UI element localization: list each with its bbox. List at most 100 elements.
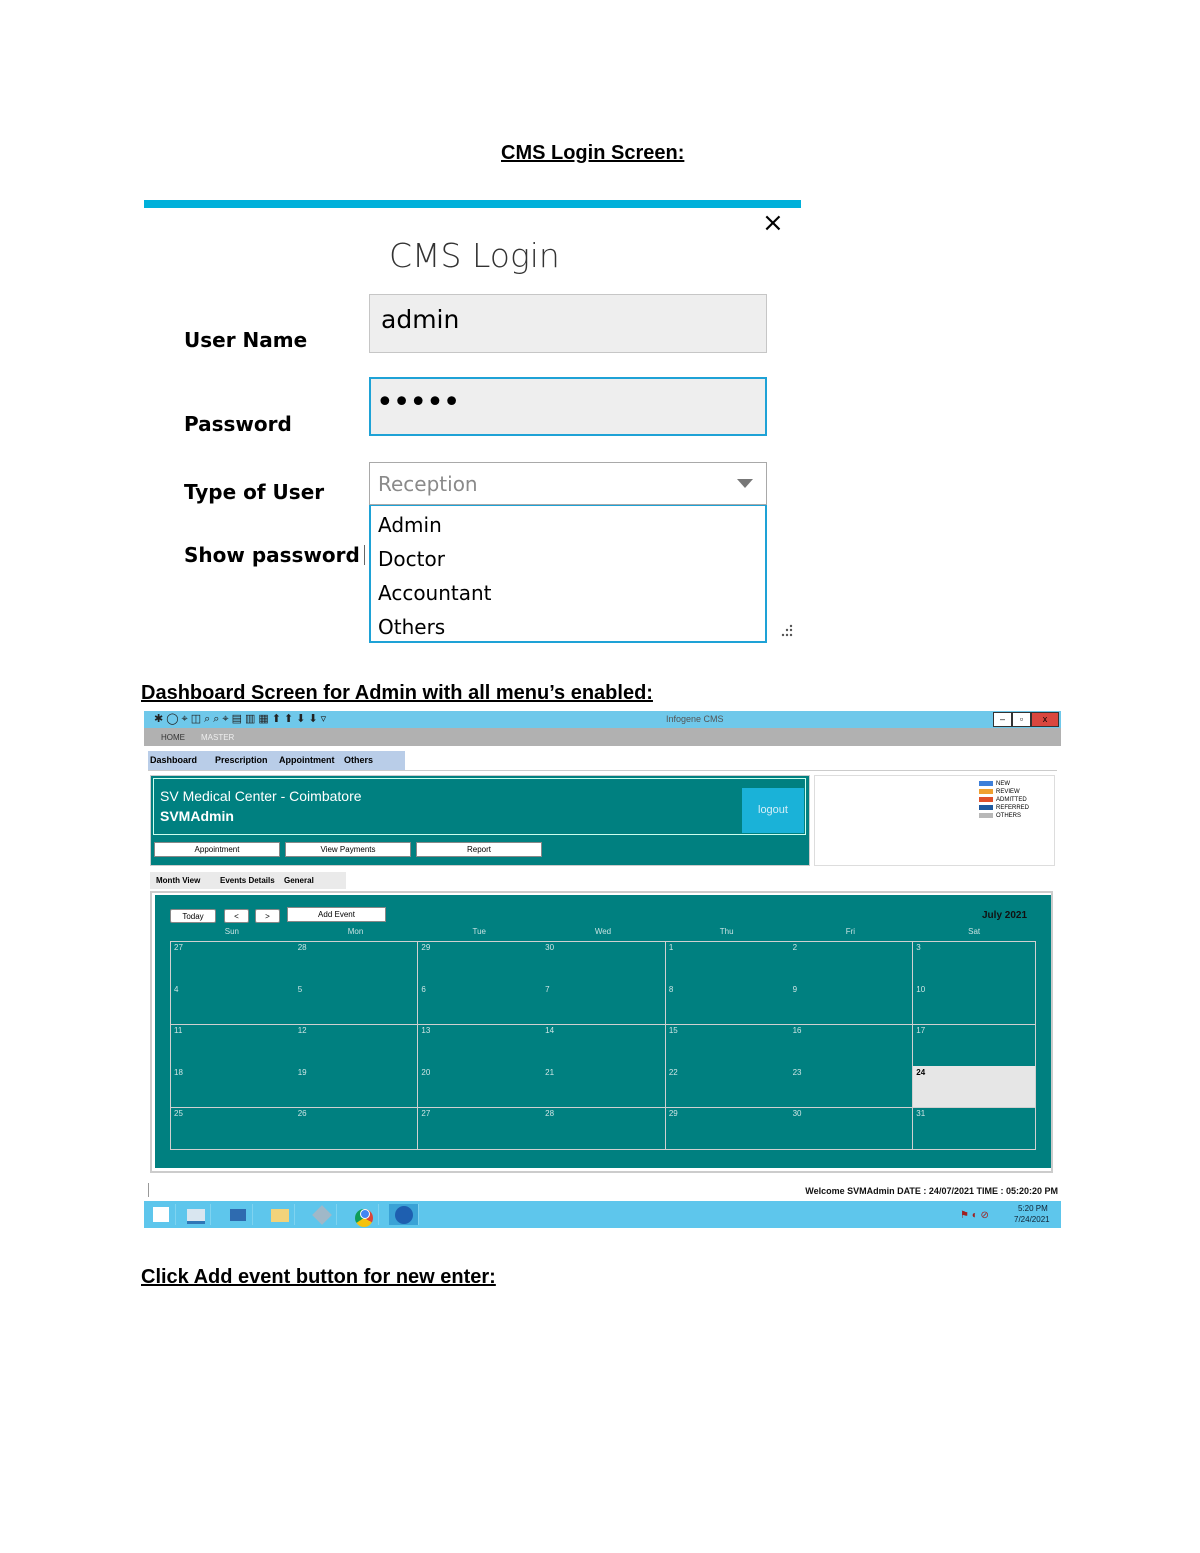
legend-item-admitted: ADMITTED [979,796,1029,804]
calendar-day-cell[interactable]: 31 [912,1107,1036,1149]
user-type-option-admin[interactable]: Admin [371,508,765,542]
dashboard-screen-heading: Dashboard Screen for Admin with all menu… [141,682,653,704]
calendar-day-cell[interactable]: 24 [912,1065,1036,1107]
calendar-day-cell[interactable]: 6 [417,983,541,1025]
calendar-day-number: 6 [421,984,426,994]
next-month-button[interactable]: > [255,909,280,923]
user-type-option-others[interactable]: Others [371,610,765,644]
show-password-checkbox[interactable] [364,545,369,565]
user-type-select[interactable]: Reception [369,462,767,505]
calendar-row-line [170,1107,1036,1108]
username-field[interactable]: admin [369,294,767,353]
weekday-header: Fri [845,927,856,936]
windows-start-icon[interactable] [146,1204,176,1225]
legend-swatch [979,804,993,810]
logged-user-name: SVMAdmin [160,808,234,824]
calendar-day-cell[interactable]: 28 [294,941,418,983]
user-type-option-accountant[interactable]: Accountant [371,576,765,610]
tab-others[interactable]: Others [344,755,373,765]
maximize-button[interactable]: ▫ [1012,712,1031,727]
calendar-day-cell[interactable]: 10 [912,983,1036,1025]
calendar-day-cell[interactable]: 8 [665,983,789,1025]
legend-item-others: OTHERS [979,812,1029,820]
calendar-day-cell[interactable]: 5 [294,983,418,1025]
dialog-title: CMS Login [389,236,560,275]
calendar-day-cell[interactable]: 11 [170,1024,294,1066]
calendar-day-cell[interactable]: 15 [665,1024,789,1066]
calendar-day-number: 13 [421,1026,431,1035]
calendar-day-number: 19 [297,1067,307,1077]
chrome-icon[interactable] [349,1204,379,1227]
subtab-general[interactable]: General [284,876,314,885]
menu-master[interactable]: MASTER [201,733,234,742]
calendar-day-cell[interactable]: 29 [417,941,541,983]
calendar-day-number: 28 [297,943,307,952]
calendar-day-cell[interactable]: 29 [665,1107,789,1149]
calendar-col-line [170,941,171,1149]
calendar-day-cell[interactable]: 4 [170,983,294,1025]
show-password-label: Show password [184,543,360,567]
calendar-day-number: 25 [174,1109,183,1118]
calendar-day-cell[interactable]: 19 [294,1066,418,1108]
calendar-row-line [170,1024,1036,1025]
menu-home[interactable]: HOME [161,733,185,742]
minimize-button[interactable]: – [993,712,1012,727]
dialog-accent-bar [144,200,801,208]
calendar-day-cell[interactable]: 14 [541,1024,665,1066]
calendar-day-cell[interactable]: 16 [789,1024,913,1066]
calendar-day-number: 28 [545,1109,555,1118]
calendar-day-number: 11 [174,1026,183,1035]
server-manager-icon[interactable] [181,1204,211,1225]
appointment-button[interactable]: Appointment [154,842,280,857]
tab-prescription[interactable]: Prescription [215,755,268,765]
file-explorer-icon[interactable] [265,1204,295,1225]
chevron-down-icon[interactable] [737,479,753,489]
calendar-day-cell[interactable]: 26 [294,1107,418,1149]
calendar-grid: Sun Mon Tue Wed Thu Fri Sat 27 28 29 30 1 2 3 4 5 6 7 8 9 10… [170,927,1036,1157]
cms-app-icon[interactable] [389,1204,419,1225]
calendar-day-cell[interactable]: 20 [417,1066,541,1108]
calendar-day-cell[interactable]: 17 [912,1024,1036,1066]
calendar-day-cell[interactable]: 9 [789,983,913,1025]
calendar-day-number: 17 [916,1026,926,1035]
prev-month-button[interactable]: < [224,909,249,923]
view-payments-button[interactable]: View Payments [285,842,411,857]
calendar-day-cell[interactable]: 30 [789,1107,913,1149]
calendar-day-cell[interactable]: 2 [789,941,913,983]
subtab-month-view[interactable]: Month View [156,876,200,885]
user-type-option-doctor[interactable]: Doctor [371,542,765,576]
calendar-day-cell[interactable]: 13 [417,1024,541,1066]
password-field[interactable]: ••••• [369,377,767,436]
logout-button[interactable]: logout [742,788,804,833]
legend-label: REVIEW [996,789,1020,795]
calendar-day-cell[interactable]: 1 [665,941,789,983]
close-button[interactable]: x [1031,712,1059,727]
tray-icons: ⚑ ◐ ⊘ [960,1210,989,1221]
calendar-day-cell[interactable]: 7 [541,983,665,1025]
calendar-day-number: 23 [792,1067,802,1077]
subtab-events-details[interactable]: Events Details [220,876,275,885]
calendar-day-cell[interactable]: 30 [541,941,665,983]
today-button[interactable]: Today [170,909,216,923]
calendar-day-cell[interactable]: 22 [665,1066,789,1108]
powershell-icon[interactable] [223,1204,253,1225]
calendar-day-cell[interactable]: 28 [541,1107,665,1149]
calendar-day-cell[interactable]: 25 [170,1107,294,1149]
tab-appointment[interactable]: Appointment [279,755,335,765]
report-button[interactable]: Report [416,842,542,857]
calendar-day-cell[interactable]: 27 [417,1107,541,1149]
calendar-day-cell[interactable]: 18 [170,1066,294,1108]
calendar-day-number: 31 [916,1109,926,1118]
password-value: ••••• [376,385,460,420]
tab-dashboard[interactable]: Dashboard [150,755,197,765]
calendar-day-cell[interactable]: 21 [541,1066,665,1108]
resize-grip-icon[interactable] [780,624,794,638]
calendar-day-cell[interactable]: 27 [170,941,294,983]
calendar-day-cell[interactable]: 23 [789,1066,913,1108]
close-icon[interactable]: × [762,208,784,238]
login-screen-heading: CMS Login Screen: [501,142,685,164]
tools-icon[interactable] [307,1204,337,1225]
calendar-day-cell[interactable]: 3 [912,941,1036,983]
add-event-button[interactable]: Add Event [287,907,386,922]
calendar-day-cell[interactable]: 12 [294,1024,418,1066]
